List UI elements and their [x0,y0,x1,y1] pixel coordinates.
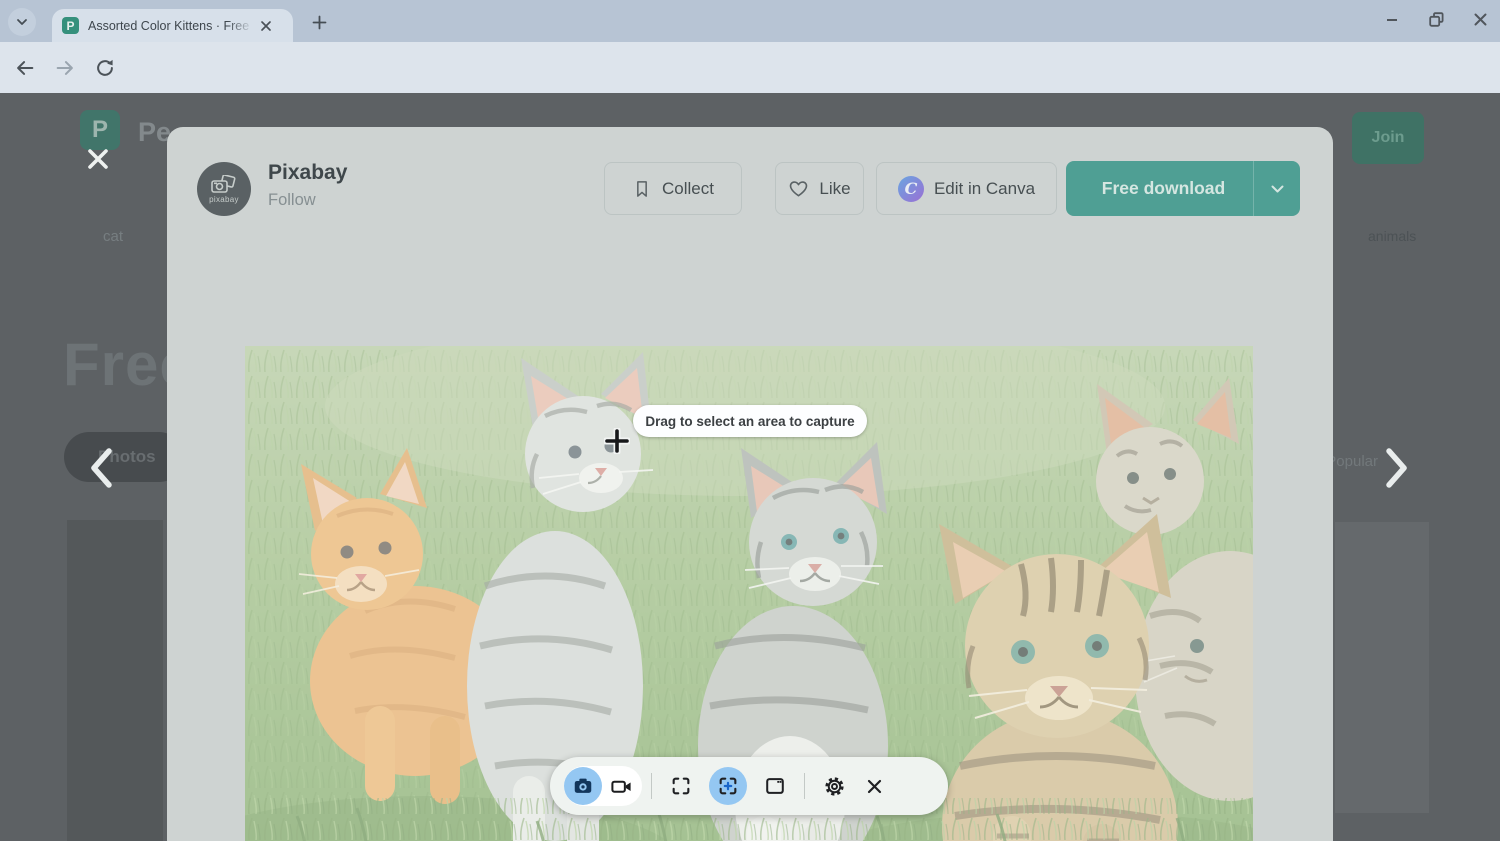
capture-settings-gear-icon [823,775,846,798]
screen-record-mode-button[interactable] [602,767,640,805]
window-controls [1378,4,1494,34]
download-options-button[interactable] [1254,185,1300,193]
new-tab-icon [312,15,327,30]
capture-close-button[interactable] [854,766,894,806]
download-caret-icon [1271,185,1284,193]
like-button[interactable]: Like [775,162,864,215]
tab-search-chevron-icon [15,15,29,29]
capture-close-icon [866,778,883,795]
reload-icon [94,57,116,79]
screenshot-camera-icon [572,775,594,797]
fullscreen-capture-icon [670,775,692,797]
join-button[interactable]: Join [1352,112,1424,164]
modal-close-icon [85,146,111,172]
modal-close-button[interactable] [84,145,112,173]
region-capture-icon [717,775,739,797]
new-tab-button[interactable] [306,9,332,35]
screenshot-mode-button[interactable] [564,767,602,805]
pixabay-avatar[interactable]: pixabay [197,162,251,216]
capture-toolbar-divider [804,773,805,799]
tab-strip: P Assorted Color Kittens · Free S [0,0,1500,42]
pixabay-camera-icon [210,175,238,197]
pexels-favicon: P [62,17,79,34]
capture-toolbar [550,757,948,815]
collect-bookmark-icon [632,179,652,199]
search-query-text: cat [103,228,123,245]
edit-in-canva-button[interactable]: C Edit in Canva [876,162,1057,215]
capture-mode-toggle [564,766,642,806]
tab-title: Assorted Color Kittens · Free S [88,19,253,33]
restore-icon [1428,11,1445,28]
forward-button[interactable] [48,51,82,85]
capture-region-button[interactable] [709,767,747,805]
window-close-icon [1473,12,1488,27]
tab-search-button[interactable] [8,8,36,36]
background-photo-card [67,520,163,841]
avatar-brand-text: pixabay [209,195,239,204]
next-photo-icon [1384,447,1410,489]
back-icon [14,57,36,79]
screen: P Assorted Color Kittens · Free S [0,0,1500,841]
reload-button[interactable] [88,51,122,85]
photos-filter-button[interactable]: Photos [64,432,184,482]
prev-photo-icon [88,447,114,489]
forward-icon [54,57,76,79]
back-button[interactable] [8,51,42,85]
animals-link[interactable]: animals [1368,228,1416,244]
crosshair-cursor-icon [604,428,630,459]
author-name[interactable]: Pixabay [268,161,347,185]
capture-tooltip: Drag to select an area to capture [633,405,867,437]
like-heart-icon [788,178,809,199]
free-download-button[interactable]: Free download [1066,161,1300,216]
browser-toolbar: https://www.pexels.com/photo/assorted-co… [0,42,1500,93]
minimize-icon [1384,11,1400,27]
capture-settings-button[interactable] [814,766,854,806]
previous-photo-button[interactable] [84,445,118,491]
modal-header: pixabay Pixabay Follow Collect Like C Ed… [167,127,1333,253]
collect-button[interactable]: Collect [604,162,742,215]
pexels-logo[interactable]: P [80,110,120,150]
tab-close-button[interactable] [257,17,275,35]
capture-toolbar-divider [651,773,652,799]
canva-logo-icon: C [898,176,924,202]
page-content: P Pe cat Free Photos Join animals Popula… [0,93,1500,841]
restore-button[interactable] [1422,5,1450,33]
capture-fullscreen-button[interactable] [661,766,701,806]
tab-close-icon [260,20,272,32]
browser-tab[interactable]: P Assorted Color Kittens · Free S [52,9,293,42]
capture-window-button[interactable] [755,766,795,806]
background-photo-card [1335,522,1429,813]
minimize-button[interactable] [1378,5,1406,33]
follow-link[interactable]: Follow [268,191,316,210]
window-capture-icon [764,775,786,797]
video-record-icon [610,775,633,798]
photo-modal: pixabay Pixabay Follow Collect Like C Ed… [167,127,1333,841]
next-photo-button[interactable] [1380,445,1414,491]
window-close-button[interactable] [1466,5,1494,33]
